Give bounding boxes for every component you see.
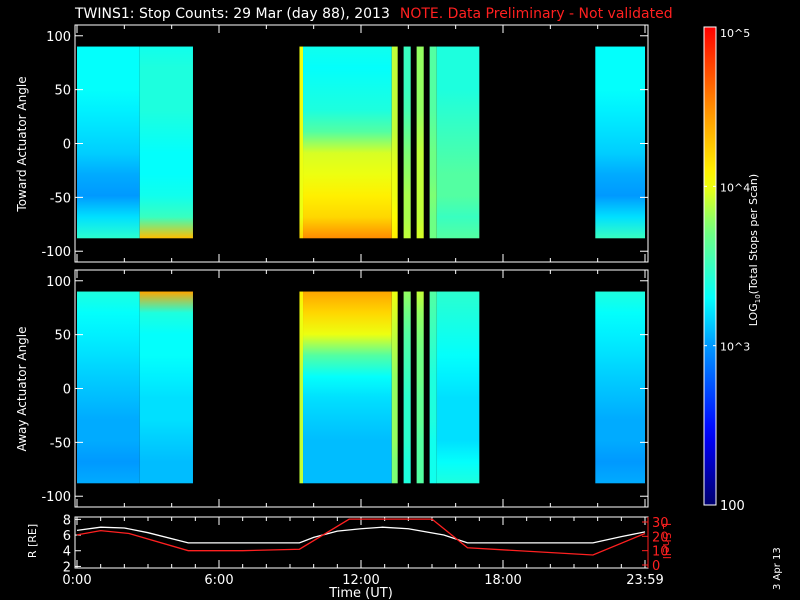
y-tick-label: 100	[46, 30, 71, 45]
orbit-panel: 246801020300:00 6:00 12:00 18:00 23:59	[62, 513, 668, 588]
data-segment	[429, 291, 437, 484]
data-segment	[303, 291, 392, 484]
x-tick-label: 18:00	[484, 573, 521, 588]
x-tick-label: 23:59	[626, 573, 663, 588]
y-tick-label: -100	[41, 490, 71, 505]
data-segment	[77, 291, 140, 484]
y-tick-label: -100	[41, 245, 71, 260]
colorbar: 100 10^3 10^4 10^5	[703, 26, 750, 514]
data-segment	[391, 46, 398, 239]
x-tick-label: 6:00	[204, 573, 233, 588]
away-panel: -100 -50 0 50 100	[41, 269, 649, 508]
y-tick-label: 50	[54, 84, 71, 99]
radius-line	[76, 526, 646, 544]
data-segment	[77, 46, 140, 239]
orbit-ylabel-right: L Shell	[660, 523, 673, 559]
data-segment	[403, 291, 411, 484]
data-segment	[436, 291, 480, 484]
y-tick-label: 0	[63, 138, 71, 153]
colorbar-tick-label: 10^5	[720, 27, 750, 40]
data-segment	[416, 291, 424, 484]
colorbar-tick-label: 10^4	[720, 181, 750, 194]
plot-canvas: -100-50050100 -100-50050100 246801020300…	[15, 24, 762, 600]
data-segment	[403, 46, 411, 239]
y-tick-label: 100	[46, 275, 71, 290]
data-segment	[436, 46, 480, 239]
y-tick-label: 50	[54, 329, 71, 344]
colorbar-label: LOG10(Total Stops per Scan)	[747, 174, 762, 326]
y-tick-label: 4	[63, 545, 71, 560]
colorbar-scale	[703, 26, 717, 506]
y-tick-label: 8	[63, 513, 71, 528]
data-segment	[595, 291, 645, 484]
data-segment	[429, 46, 437, 239]
y-tick-label: -50	[50, 191, 71, 206]
colorbar-tick-label: 10^3	[720, 341, 750, 354]
x-tick-label: 0:00	[62, 573, 91, 588]
data-segment	[299, 291, 304, 484]
data-segment	[595, 46, 645, 239]
toward-panel: -100 -50 0 50 100	[41, 24, 649, 263]
date-stamp: 3 Apr 13	[772, 547, 783, 590]
colorbar-tick-label: 100	[720, 499, 745, 514]
toward-ylabel: Toward Actuator Angle	[15, 76, 29, 212]
y-tick-label: 0	[63, 383, 71, 398]
y-tick-label: 6	[63, 529, 71, 544]
data-segment	[139, 46, 193, 239]
data-segment	[303, 46, 392, 239]
y-tick-label-right: 0	[652, 559, 660, 574]
orbit-ylabel: R [RE]	[26, 524, 39, 558]
data-segment	[391, 291, 398, 484]
away-ylabel: Away Actuator Angle	[15, 326, 29, 451]
x-axis-label: Time (UT)	[328, 586, 393, 600]
y-tick-label: -50	[50, 436, 71, 451]
data-segment	[139, 291, 193, 484]
data-segment	[299, 46, 304, 239]
data-segment	[416, 46, 424, 239]
